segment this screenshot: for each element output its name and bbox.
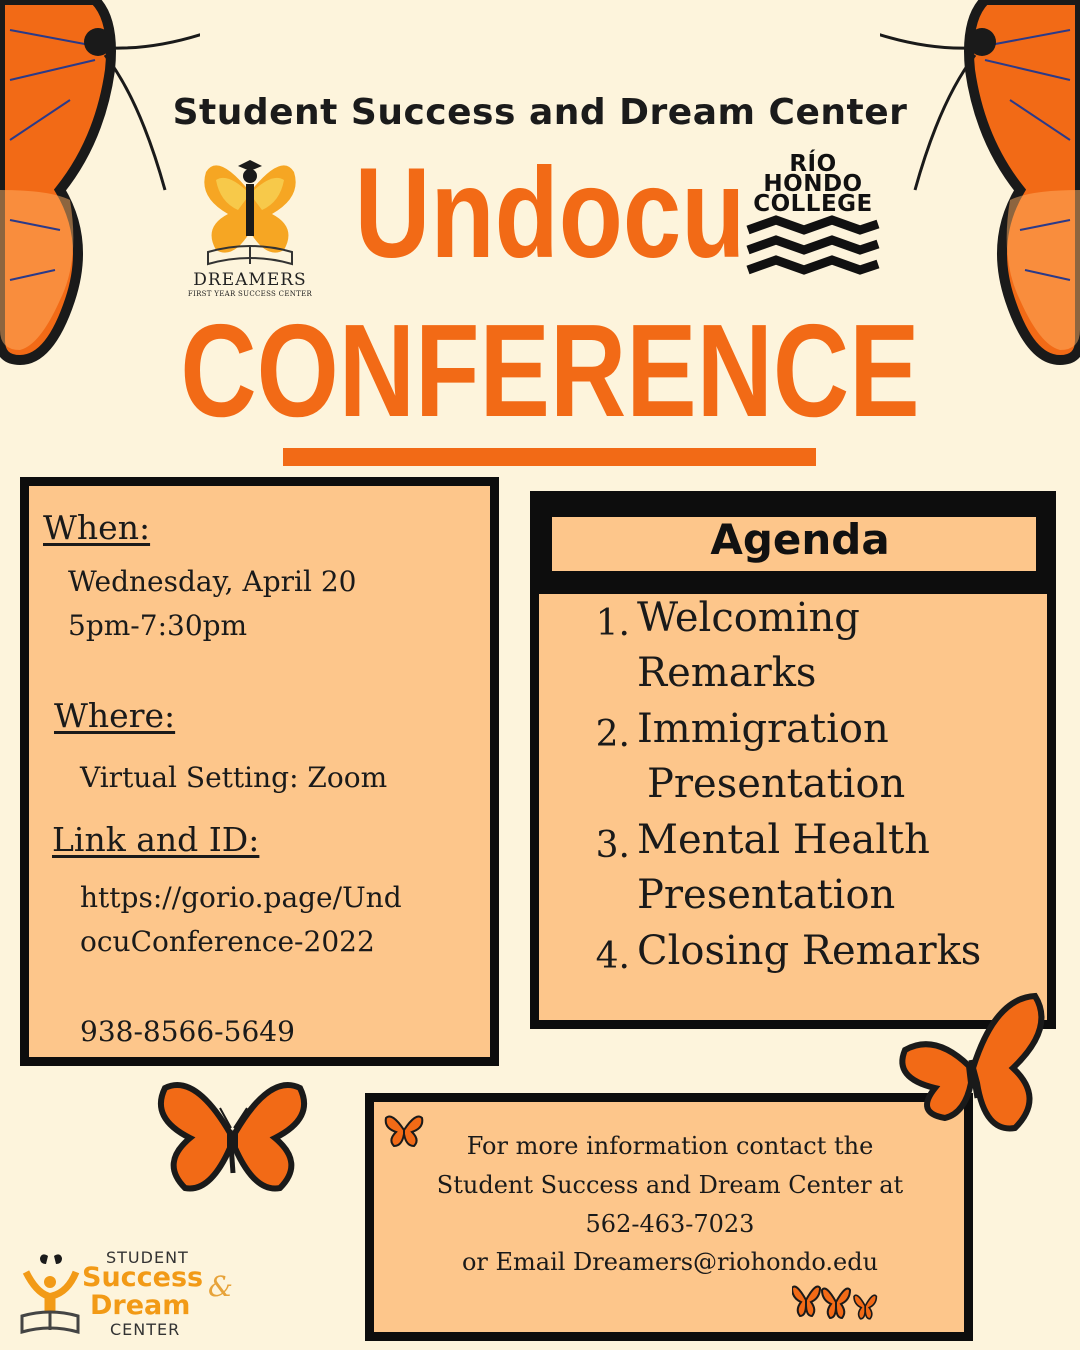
meeting-link-line1[interactable]: https://gorio.page/Und: [80, 876, 402, 920]
ssdc-logo-line2: Success: [82, 1262, 204, 1293]
dreamers-logo: DREAMERS FIRST YEAR SUCCESS CENTER: [184, 152, 316, 300]
butterfly-icon: [899, 992, 1045, 1132]
agenda-item-4-line1: Closing Remarks: [637, 928, 982, 974]
agenda-item-2-line2: Presentation: [647, 761, 906, 807]
ssdc-logo-line3: Dream: [90, 1290, 191, 1321]
agenda-item-1-line2: Remarks: [637, 650, 817, 696]
meeting-id: 938-8566-5649: [80, 1015, 295, 1048]
contact-line2: Student Success and Dream Center at: [436, 1171, 904, 1199]
waves-icon: [746, 215, 880, 275]
link-label: Link and ID:: [52, 820, 260, 859]
meeting-link-line2[interactable]: ocuConference-2022: [80, 920, 375, 964]
event-title-line2: CONFERENCE: [180, 297, 920, 444]
butterfly-icon: [204, 160, 296, 266]
book-icon: [20, 1254, 80, 1334]
butterfly-icon: [158, 1082, 307, 1192]
contact-email[interactable]: or Email Dreamers@riohondo.edu: [380, 1248, 960, 1276]
where-label: Where:: [54, 696, 176, 735]
ssdc-logo-ampersand: &: [208, 1270, 233, 1303]
butterfly-icon: [384, 1115, 424, 1148]
contact-line1: For more information contact the: [466, 1132, 874, 1160]
event-date: Wednesday, April 20: [68, 565, 357, 598]
agenda-item-3-line2: Presentation: [637, 872, 896, 918]
dreamers-logo-subtitle: FIRST YEAR SUCCESS CENTER: [187, 290, 313, 298]
rio-hondo-logo: RÍO HONDO COLLEGE: [744, 150, 882, 290]
agenda-item-2-line1: Immigration: [637, 706, 889, 752]
agenda-item-number: 2.: [595, 714, 630, 755]
ssdc-logo-line4: CENTER: [110, 1320, 181, 1339]
dreamers-logo-name: DREAMERS: [193, 270, 307, 290]
ssdc-logo: STUDENT Success & Dream CENTER: [18, 1244, 248, 1344]
agenda-item-number: 4.: [595, 936, 630, 977]
agenda-title: Agenda: [710, 515, 890, 564]
event-location: Virtual Setting: Zoom: [80, 761, 388, 794]
agenda-item-3-line1: Mental Health: [637, 817, 930, 863]
butterfly-icon: [792, 1285, 878, 1320]
organization-title: Student Success and Dream Center: [172, 92, 908, 133]
contact-phone: 562-463-7023: [585, 1210, 755, 1238]
title-underline: [283, 448, 816, 466]
rio-logo-line3: COLLEGE: [753, 191, 873, 217]
agenda-item-1-line1: Welcoming: [637, 595, 860, 641]
event-time: 5pm-7:30pm: [68, 609, 248, 642]
agenda-item-number: 3.: [595, 825, 630, 866]
agenda-item-number: 1.: [595, 603, 630, 644]
when-label: When:: [43, 508, 151, 547]
